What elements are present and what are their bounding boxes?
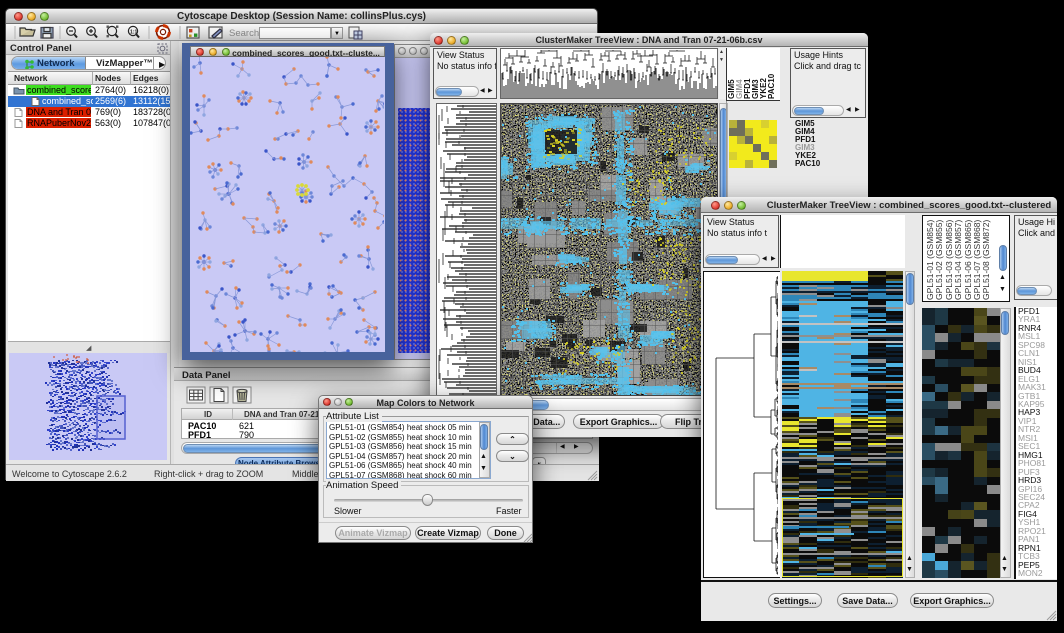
svg-text:Search:: Search: [229,28,262,39]
svg-text:1:1: 1:1 [130,30,137,36]
